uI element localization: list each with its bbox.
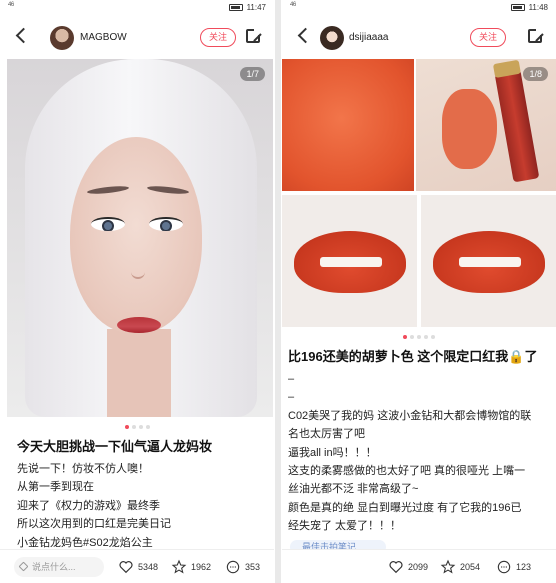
right-post-screen: 46 11:48 dsijiaaaa 关注 1/8 比196还美的胡萝卜色 这个… (282, 0, 556, 583)
status-bar: 46 11:48 (282, 0, 556, 18)
star-count: 1962 (191, 562, 212, 572)
pagination-dots (0, 425, 274, 429)
comment-count: 353 (245, 562, 261, 572)
like-count: 2099 (408, 562, 429, 572)
page-counter: 1/7 (240, 67, 265, 81)
battery-icon (228, 4, 243, 11)
body-line: 经失宠了 太爱了！！！ (288, 520, 402, 533)
bottom-action-bar: 说点什么... 5348 1962 353 (0, 549, 274, 583)
lips-photo (282, 195, 417, 327)
post-header: MAGBOW 关注 (0, 22, 274, 56)
heart-icon (119, 561, 133, 574)
body-line: 逼我all in吗！！！ (288, 446, 377, 459)
body-line: 先说一下！仿妆不仿人噢！ (17, 463, 149, 475)
follow-button[interactable]: 关注 (470, 28, 506, 47)
post-image[interactable]: 1/8 (282, 59, 556, 327)
share-icon[interactable] (528, 27, 544, 43)
star-icon (440, 559, 456, 574)
body-line: 这支的柔雾感做的也太好了吧 真的很哑光 上嘴一 (288, 465, 526, 478)
comment-count: 123 (516, 562, 532, 572)
divider (275, 0, 281, 583)
body-line: 所以这次用到的口红是完美日记 (17, 518, 171, 531)
bottom-action-bar: 2099 2054 123 (282, 549, 556, 583)
body-line: – (288, 391, 295, 404)
status-bar: 46 11:47 (0, 0, 274, 18)
page-counter: 1/8 (523, 67, 548, 81)
follow-button[interactable]: 关注 (200, 28, 236, 47)
signal-label: 46 (290, 2, 296, 8)
lips-photo (421, 195, 556, 327)
back-arrow-icon[interactable] (297, 27, 314, 44)
left-post-screen: 46 11:47 MAGBOW 关注 1/7 今天大胆挑战一下仙气逼人龙妈妆 先… (0, 0, 274, 583)
share-icon[interactable] (246, 27, 262, 43)
star-button[interactable]: 2054 (440, 559, 480, 575)
comment-icon (226, 560, 240, 574)
pagination-dots (282, 335, 556, 339)
portrait-photo (7, 59, 273, 417)
post-image[interactable]: 1/7 (7, 59, 273, 417)
signal-label: 46 (8, 2, 14, 8)
battery-icon (510, 4, 525, 11)
body-line: 丝油光都不泛 非常高级了~ (288, 483, 419, 496)
author-username[interactable]: MAGBOW (80, 32, 127, 43)
body-line: 迎来了《权力的游戏》最终季 (17, 499, 160, 512)
comment-icon (497, 560, 511, 574)
post-title: 比196还美的胡萝卜色 这个限定口红我🔒了 (288, 349, 538, 364)
heart-icon (389, 561, 403, 574)
post-body: 先说一下！仿妆不仿人噢！ 从第一季到现在 迎来了《权力的游戏》最终季 所以这次用… (17, 460, 267, 552)
lipstick-collage (282, 59, 556, 327)
comment-input[interactable]: 说点什么... (14, 557, 104, 577)
avatar[interactable] (320, 26, 344, 50)
post-header: dsijiaaaa 关注 (282, 22, 556, 56)
like-button[interactable]: 2099 (388, 559, 428, 575)
status-time: 11:48 (528, 3, 548, 12)
lipstick-swatch (282, 59, 414, 191)
star-count: 2054 (460, 562, 481, 572)
author-username[interactable]: dsijiaaaa (349, 32, 388, 43)
body-line: 从第一季到现在 (17, 481, 94, 494)
star-icon (171, 559, 187, 574)
like-count: 5348 (138, 562, 159, 572)
post-title: 今天大胆挑战一下仙气逼人龙妈妆 (17, 439, 213, 454)
body-line: – (288, 373, 295, 385)
avatar[interactable] (50, 26, 74, 50)
back-arrow-icon[interactable] (15, 27, 32, 44)
body-line: C02美哭了我的妈 这波小金钻和大都会博物馆的联 (288, 409, 532, 422)
comment-button[interactable]: 123 (496, 559, 531, 575)
comment-button[interactable]: 353 (225, 559, 260, 575)
body-line: 名也太厉害了吧 (288, 428, 365, 441)
status-time: 11:47 (246, 3, 266, 12)
body-line: 颜色是真的绝 显白到曝光过度 有了它我的196已 (288, 501, 522, 514)
like-button[interactable]: 5348 (118, 559, 158, 575)
pencil-icon (18, 561, 29, 572)
post-body: – – C02美哭了我的妈 这波小金钻和大都会博物馆的联 名也太厉害了吧 逼我a… (288, 370, 550, 536)
star-button[interactable]: 1962 (171, 559, 211, 575)
